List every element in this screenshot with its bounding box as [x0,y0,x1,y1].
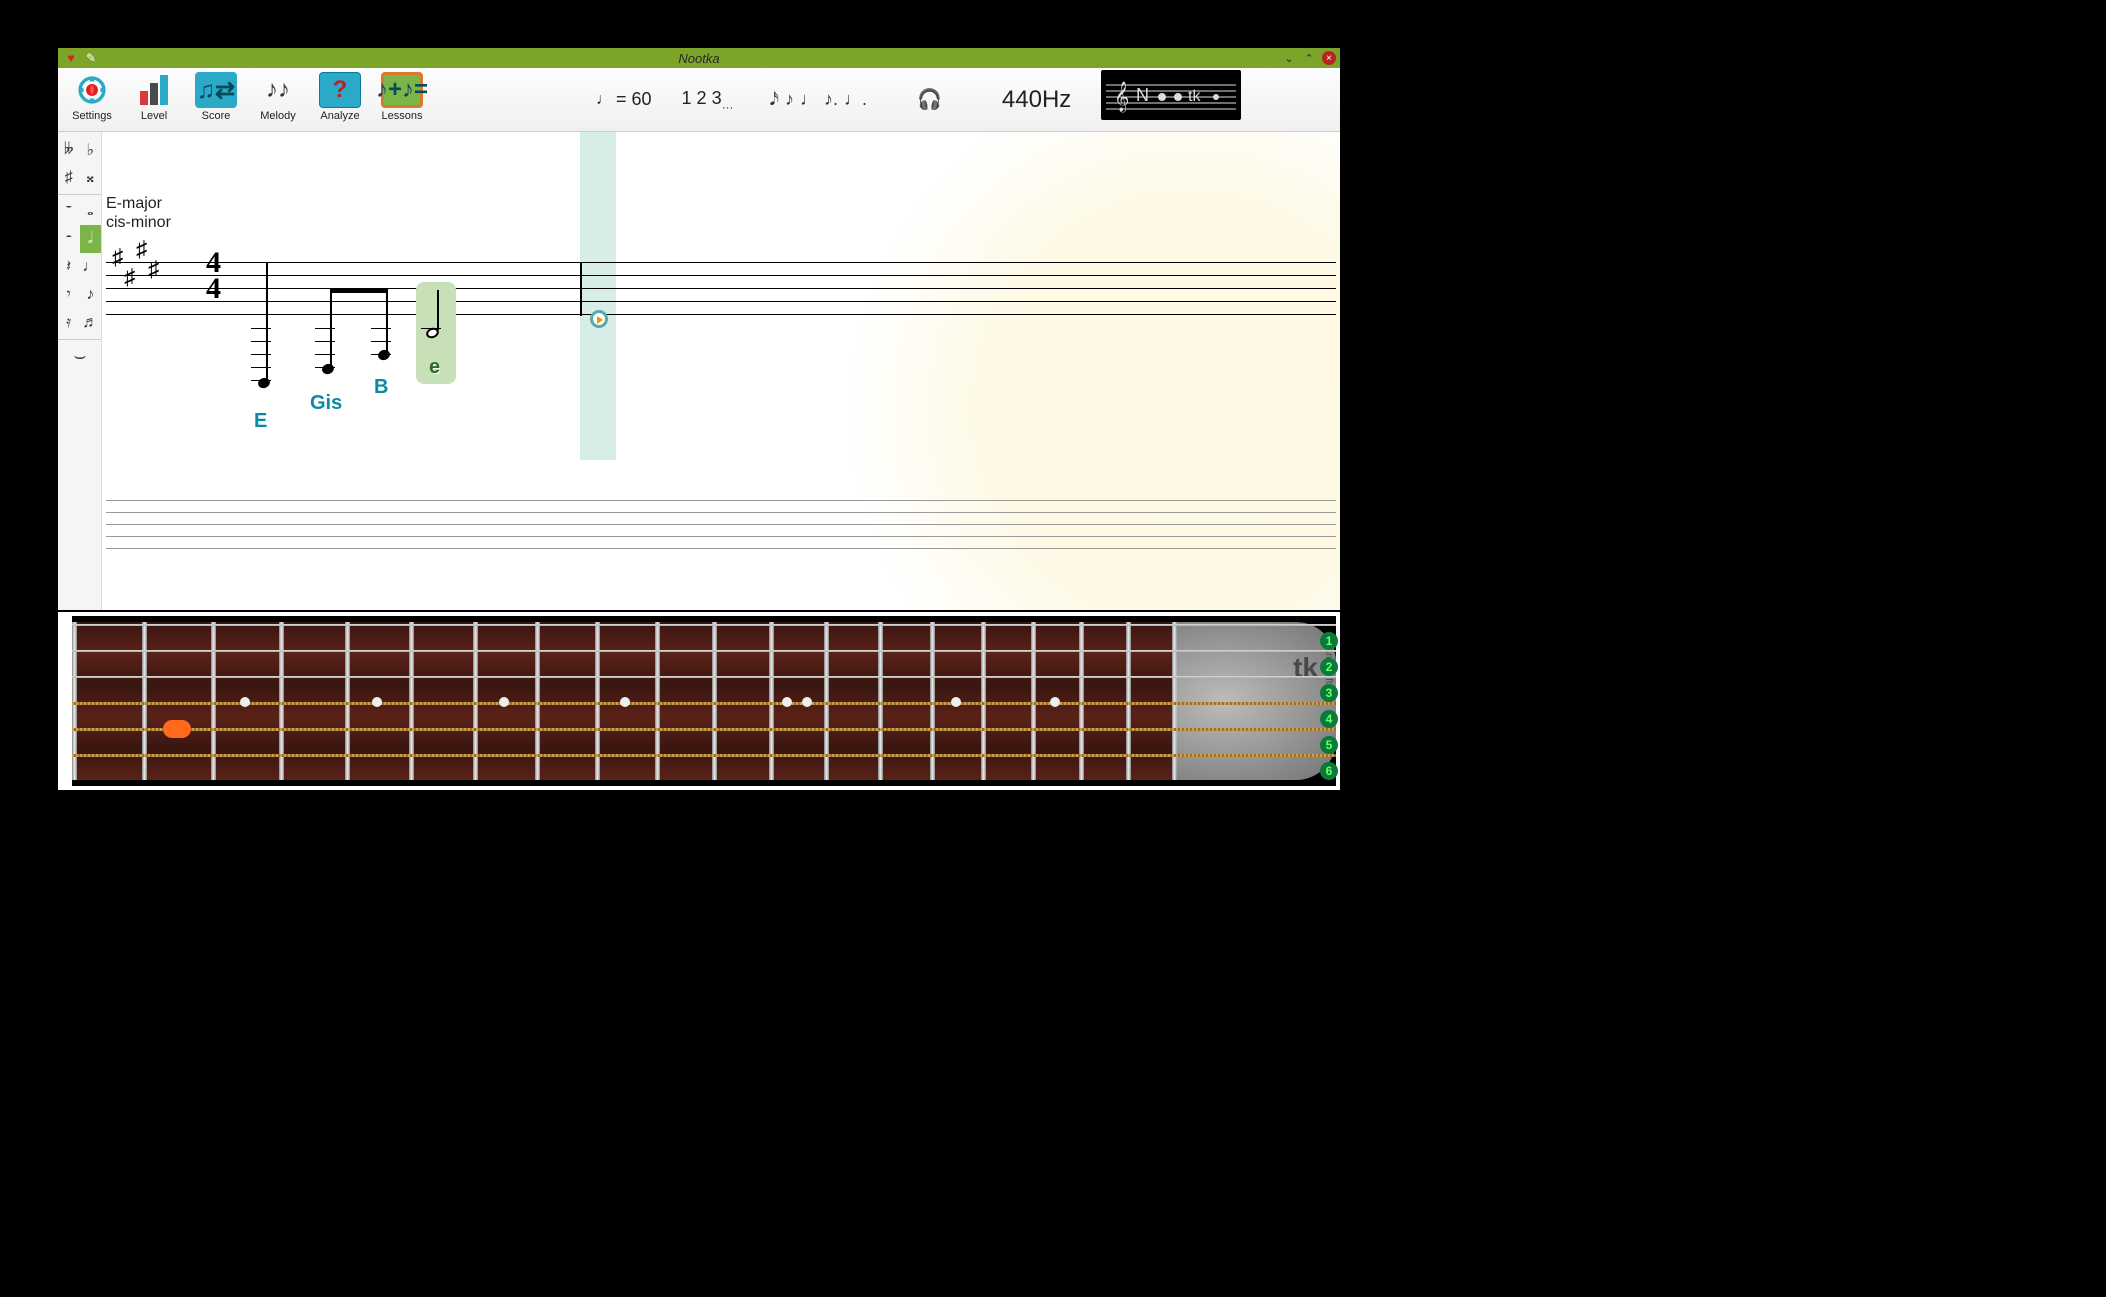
double-sharp-button[interactable]: 𝄪 [80,164,102,192]
string-label-3[interactable]: 3 [1320,684,1338,702]
sharp-button[interactable]: ♯ [58,164,80,192]
app-window: ♥ ✎ Nootka ⌄ ⌃ × Settings Level [58,48,1340,790]
minimize-button[interactable]: ⌄ [1282,51,1296,65]
level-icon [133,72,175,108]
string-label-5[interactable]: 5 [1320,736,1338,754]
tuning-frequency[interactable]: 440Hz [1002,86,1071,114]
guitar-string[interactable] [72,624,1336,626]
whole-rest-button[interactable]: 𝄻 [58,197,80,225]
half-note-button[interactable]: 𝅗𝅥 [80,225,102,253]
settings-icon [71,72,113,108]
string-label-4[interactable]: 4 [1320,710,1338,728]
analyze-label: Analyze [320,110,359,122]
quarter-note-button[interactable]: ♩ [80,253,102,281]
double-flat-button[interactable]: 𝄫 [58,136,80,164]
melody-label: Melody [260,110,295,122]
note-palette: 𝄫 ♭ ♯ 𝄪 𝄻 𝅝 𝄼 𝅗𝅥 𝄽 ♩ 𝄾 ♪ [58,132,102,610]
main-area: 𝄫 ♭ ♯ 𝄪 𝄻 𝅝 𝄼 𝅗𝅥 𝄽 ♩ 𝄾 ♪ [58,132,1340,610]
guitar-string[interactable] [72,702,1336,705]
tempo-note-icon: ♩ [596,91,612,109]
lessons-button[interactable]: ♪+♪= Lessons [372,72,432,122]
main-toolbar: Settings Level ♫⇄ Score ♪♪ Melody ? Anal… [58,68,1340,132]
string-label-1[interactable]: 1 [1320,632,1338,650]
half-rest-button[interactable]: 𝄼 [58,225,80,253]
window-title: Nootka [58,51,1340,66]
fret-marker [951,697,961,707]
tie-button[interactable]: ⌣ [58,342,102,370]
staff-1[interactable] [106,262,1336,342]
eighth-rest-button[interactable]: 𝄾 [58,281,80,309]
counting-display[interactable]: 1 2 3… [682,88,734,112]
string-label-2[interactable]: 2 [1320,658,1338,676]
guitar-string[interactable] [72,728,1336,731]
fret-marker [372,697,382,707]
settings-button[interactable]: Settings [62,72,122,122]
note-2-label: Gis [310,392,342,415]
svg-text:N: N [1136,85,1149,105]
key-signature: ♯ ♯ ♯ ♯ [112,240,182,300]
note-3-label: B [374,376,388,399]
lessons-icon: ♪+♪= [381,72,423,108]
rhythm-pattern: 𝅘𝅥𝅯♪♩♪.♩. [770,89,867,110]
level-button[interactable]: Level [124,72,184,122]
melody-icon: ♪♪ [257,72,299,108]
sixteenth-rest-button[interactable]: 𝄿 [58,309,80,337]
fretboard[interactable]: tk handcrafted 1 2 3 4 5 6 [58,610,1340,790]
analyze-icon: ? [319,72,361,108]
string-label-6[interactable]: 6 [1320,762,1338,780]
staff-2[interactable] [106,500,1336,560]
tempo-display[interactable]: ♩ = 60 [596,89,652,110]
fret-marker [620,697,630,707]
close-button[interactable]: × [1322,51,1336,65]
tempo-value: = 60 [616,89,652,110]
playback-cursor-icon[interactable] [590,310,608,328]
guitar-string[interactable] [72,650,1336,652]
svg-text:𝄞: 𝄞 [1114,81,1129,113]
titlebar: ♥ ✎ Nootka ⌄ ⌃ × [58,48,1340,68]
score-area[interactable]: E-major cis-minor ♯ ♯ ♯ ♯ 4 4 [102,132,1340,610]
score-button[interactable]: ♫⇄ Score [186,72,246,122]
note-1-label: E [254,410,267,433]
lessons-label: Lessons [382,110,423,122]
guitar-string[interactable] [72,754,1336,757]
barline [580,262,582,316]
fret-marker [499,697,509,707]
level-label: Level [141,110,167,122]
svg-text:tk: tk [1188,88,1201,105]
guitar-string[interactable] [72,676,1336,678]
maximize-button[interactable]: ⌃ [1302,51,1316,65]
score-icon: ♫⇄ [195,72,237,108]
flat-button[interactable]: ♭ [80,136,102,164]
finger-marker[interactable] [163,720,191,738]
sixteenth-note-button[interactable]: ♬ [80,309,102,337]
eighth-note-button[interactable]: ♪ [80,281,102,309]
pitch-meter: 𝄞 N tk [1101,70,1241,130]
whole-note-button[interactable]: 𝅝 [80,197,102,225]
time-signature: 4 4 [206,250,221,301]
quarter-rest-button[interactable]: 𝄽 [58,253,80,281]
analyze-button[interactable]: ? Analyze [310,72,370,122]
note-4-label: e [429,356,440,379]
fret-marker [240,697,250,707]
beam-1 [330,288,388,293]
score-label: Score [202,110,231,122]
key-signature-label: E-major cis-minor [106,194,171,232]
melody-button[interactable]: ♪♪ Melody [248,72,308,122]
settings-label: Settings [72,110,112,122]
headphone-icon[interactable]: 🎧 [917,87,942,112]
